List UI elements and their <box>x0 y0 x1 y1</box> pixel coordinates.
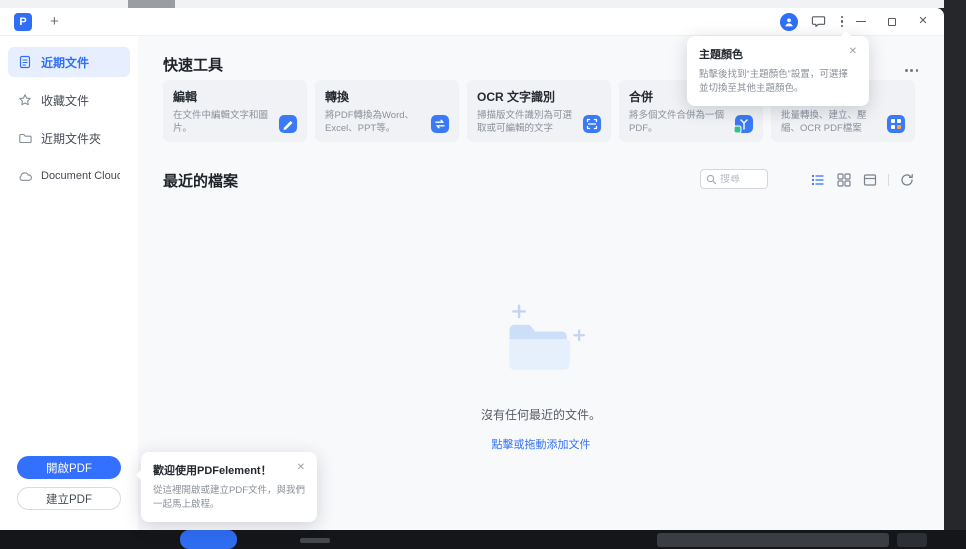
person-icon <box>784 17 794 27</box>
popover-close-icon[interactable]: ✕ <box>297 463 305 473</box>
account-avatar-icon[interactable] <box>780 13 798 31</box>
list-view-icon[interactable] <box>810 172 826 188</box>
pdfelement-window: P + ✕ <box>0 8 944 530</box>
sidebar-item-label: 收藏文件 <box>41 92 89 109</box>
cover-view-icon[interactable] <box>862 172 878 188</box>
search-icon <box>706 174 717 185</box>
open-pdf-button[interactable]: 開啟PDF <box>17 456 121 479</box>
tool-card-edit[interactable]: 編輯 在文件中編輯文字和圖片。 <box>163 80 307 142</box>
maximize-button[interactable] <box>879 11 905 33</box>
card-title: 編輯 <box>173 88 297 105</box>
convert-icon <box>429 113 451 135</box>
background-toolbar-fragment <box>657 533 889 547</box>
search-input[interactable] <box>720 174 762 185</box>
popover-header: 主題顏色 ✕ <box>699 46 857 62</box>
titlebar-right-group: ✕ <box>780 11 937 33</box>
popover-body: 從這裡開啟或建立PDF文件，與我們一起馬上啟程。 <box>153 484 305 512</box>
recent-files-title: 最近的檔案 <box>163 170 238 191</box>
tool-card-ocr[interactable]: OCR 文字識別 掃描版文件識別為可選取或可編輯的文字 <box>467 80 611 142</box>
star-icon <box>18 93 32 107</box>
popover-title: 主題顏色 <box>699 46 743 62</box>
card-title: 轉換 <box>325 88 449 105</box>
create-pdf-button[interactable]: 建立PDF <box>17 487 121 510</box>
edit-icon <box>277 113 299 135</box>
more-options-icon[interactable] <box>902 66 921 75</box>
background-strip-top <box>0 0 944 8</box>
background-fragment <box>897 533 927 547</box>
screen: P + ✕ <box>0 0 966 549</box>
popover-arrow <box>136 470 141 480</box>
sidebar-item-starred-files[interactable]: 收藏文件 <box>8 85 130 115</box>
empty-folder-illustration <box>491 300 591 382</box>
add-files-link[interactable]: 點擊或拖動添加文件 <box>492 436 591 452</box>
popover-close-icon[interactable]: ✕ <box>849 47 857 57</box>
minimize-button[interactable] <box>848 11 874 33</box>
refresh-icon[interactable] <box>899 172 915 188</box>
view-toolbar <box>810 172 915 188</box>
card-desc: 批量轉換、建立、壓縮、OCR PDF檔案 <box>781 109 885 135</box>
background-fragment <box>300 538 330 543</box>
tool-card-convert[interactable]: 轉換 將PDF轉換為Word、Excel、PPT等。 <box>315 80 459 142</box>
card-desc: 在文件中編輯文字和圖片。 <box>173 109 277 135</box>
sidebar-item-label: 近期文件 <box>41 54 89 71</box>
sidebar-item-document-cloud[interactable]: Document Cloud <box>8 161 130 191</box>
sidebar: 近期文件 收藏文件 近期文件夾 <box>0 36 138 530</box>
empty-state-text: 沒有任何最近的文件。 <box>481 406 601 423</box>
sidebar-item-recent-folders[interactable]: 近期文件夾 <box>8 123 130 153</box>
card-desc: 掃描版文件識別為可選取或可編輯的文字 <box>477 109 581 135</box>
titlebar: P + ✕ <box>0 8 944 36</box>
card-desc: 將多個文件合併為一個PDF。 <box>629 109 733 135</box>
background-blue-button-fragment <box>180 530 237 549</box>
quick-tools-title: 快速工具 <box>163 54 223 75</box>
close-icon: ✕ <box>918 16 927 27</box>
toolbar-divider <box>888 174 889 186</box>
card-desc: 將PDF轉換為Word、Excel、PPT等。 <box>325 109 429 135</box>
ocr-icon <box>581 113 603 135</box>
minimize-icon <box>856 21 866 23</box>
more-menu-icon[interactable] <box>841 16 844 28</box>
card-title: OCR 文字識別 <box>477 88 601 105</box>
search-box[interactable] <box>700 169 768 189</box>
app-logo-icon[interactable]: P <box>14 13 32 31</box>
folder-icon <box>18 131 32 145</box>
combine-icon <box>733 113 755 135</box>
feedback-chat-icon[interactable] <box>811 14 826 29</box>
background-window-fragment <box>128 0 175 8</box>
grid-view-icon[interactable] <box>836 172 852 188</box>
cloud-icon <box>18 169 32 183</box>
empty-state: 沒有任何最近的文件。 點擊或拖動添加文件 <box>138 300 944 452</box>
document-icon <box>18 55 32 69</box>
popover-title: 歡迎使用PDFelement！ <box>153 462 272 478</box>
sidebar-item-recent-files[interactable]: 近期文件 <box>8 47 130 77</box>
popover-arrow <box>841 31 851 36</box>
sidebar-item-label: 近期文件夾 <box>41 130 101 147</box>
sidebar-nav: 近期文件 收藏文件 近期文件夾 <box>0 36 138 191</box>
new-tab-button[interactable]: + <box>50 14 59 29</box>
popover-header: 歡迎使用PDFelement！ ✕ <box>153 462 305 478</box>
welcome-popover: 歡迎使用PDFelement！ ✕ 從這裡開啟或建立PDF文件，與我們一起馬上啟… <box>141 452 317 522</box>
background-strip-bottom <box>0 530 966 549</box>
logo-glyph: P <box>19 16 26 28</box>
sidebar-item-label: Document Cloud <box>41 170 120 182</box>
popover-body: 點擊後找到“主題顏色”設置，可選擇並切換至其他主題顏色。 <box>699 68 857 96</box>
batch-icon <box>885 113 907 135</box>
theme-color-popover: 主題顏色 ✕ 點擊後找到“主題顏色”設置，可選擇並切換至其他主題顏色。 <box>687 36 869 106</box>
maximize-icon <box>888 18 896 26</box>
close-button[interactable]: ✕ <box>910 11 936 33</box>
